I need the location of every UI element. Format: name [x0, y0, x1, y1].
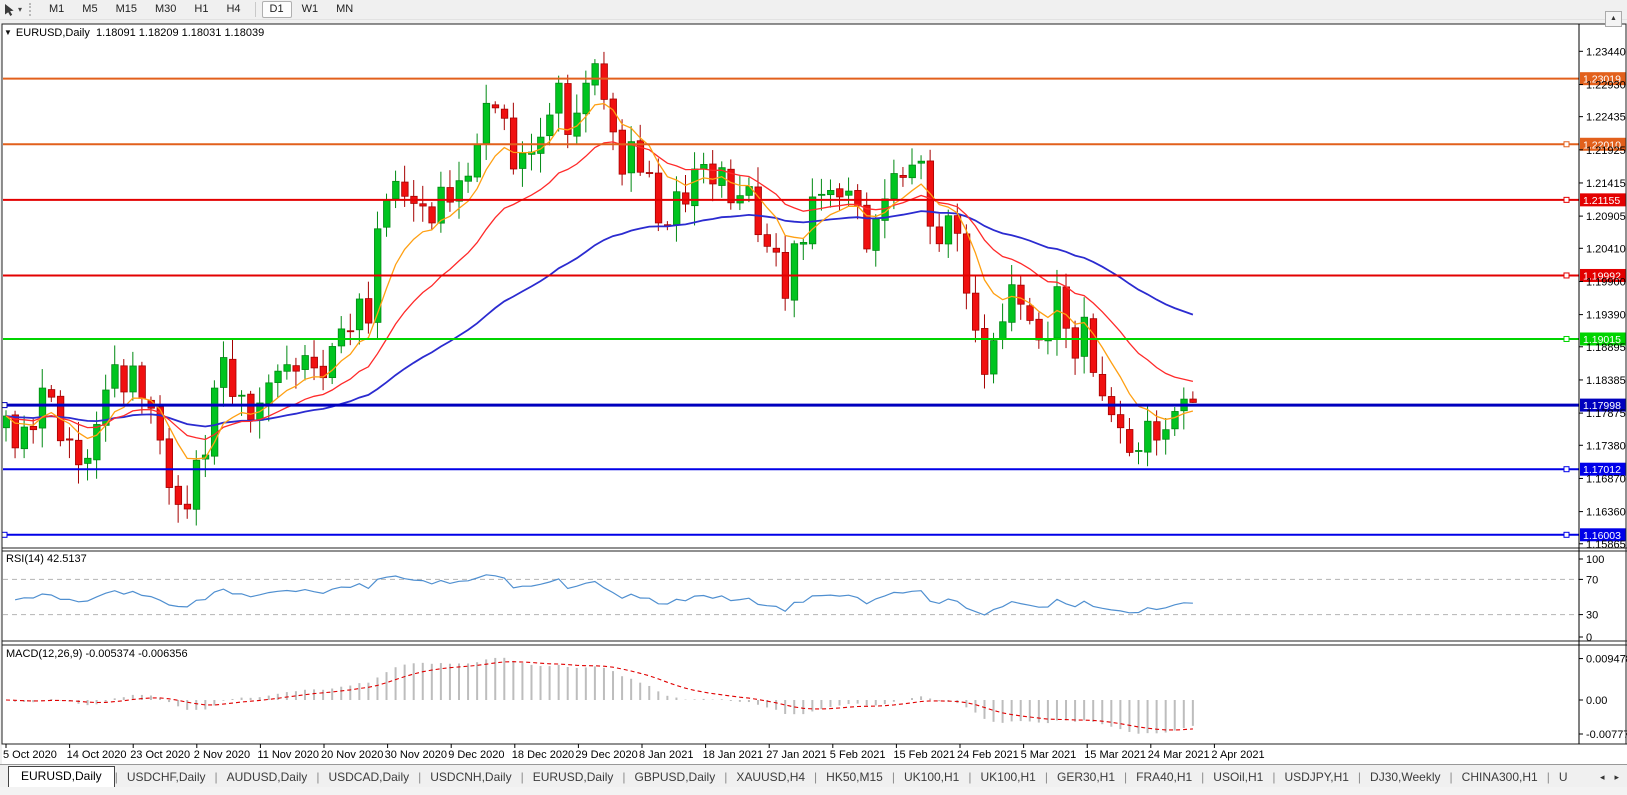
- chart-background[interactable]: [2, 24, 1627, 764]
- svg-text:18 Jan 2021: 18 Jan 2021: [703, 749, 764, 761]
- svg-text:29 Dec 2020: 29 Dec 2020: [575, 749, 637, 761]
- svg-text:2 Nov 2020: 2 Nov 2020: [194, 749, 250, 761]
- tab-eurusd-daily[interactable]: EURUSD,Daily: [524, 768, 623, 787]
- toolbar-separator: [255, 2, 256, 17]
- timeframe-button-mn[interactable]: MN: [328, 1, 361, 18]
- tab-usdcad-daily[interactable]: USDCAD,Daily: [319, 768, 418, 787]
- timeframe-button-h4[interactable]: H4: [218, 1, 248, 18]
- tab-uk100-h1[interactable]: UK100,H1: [971, 768, 1044, 787]
- svg-text:1.20410: 1.20410: [1586, 243, 1626, 255]
- svg-text:1.19390: 1.19390: [1586, 310, 1626, 322]
- svg-text:1.17380: 1.17380: [1586, 440, 1626, 452]
- rsi-label: RSI(14) 42.5137: [6, 553, 87, 565]
- svg-text:24 Feb 2021: 24 Feb 2021: [957, 749, 1019, 761]
- chevron-down-icon: ▾: [18, 5, 22, 14]
- timeframe-button-d1[interactable]: D1: [262, 1, 292, 18]
- svg-text:70: 70: [1586, 574, 1598, 586]
- timeframe-button-h1[interactable]: H1: [186, 1, 216, 18]
- svg-text:14 Oct 2020: 14 Oct 2020: [67, 749, 127, 761]
- timeframe-button-w1[interactable]: W1: [294, 1, 327, 18]
- tab-dj30-weekly[interactable]: DJ30,Weekly: [1361, 768, 1449, 787]
- svg-text:30 Nov 2020: 30 Nov 2020: [385, 749, 447, 761]
- timeframe-button-m1[interactable]: M1: [41, 1, 72, 18]
- macd-label: MACD(12,26,9) -0.005374 -0.006356: [6, 648, 188, 660]
- svg-text:15 Feb 2021: 15 Feb 2021: [893, 749, 955, 761]
- chart-title: ▼ EURUSD,Daily 1.18091 1.18209 1.18031 1.…: [4, 27, 264, 39]
- svg-text:0.009478: 0.009478: [1586, 654, 1627, 666]
- svg-text:1.17875: 1.17875: [1586, 408, 1626, 420]
- tab-china300-h1[interactable]: CHINA300,H1: [1453, 768, 1547, 787]
- svg-text:1.22435: 1.22435: [1586, 112, 1626, 124]
- symbol-tabbar: EURUSD,Daily|USDCHF,Daily|AUDUSD,Daily|U…: [0, 764, 1627, 787]
- svg-text:27 Jan 2021: 27 Jan 2021: [766, 749, 827, 761]
- svg-text:18 Dec 2020: 18 Dec 2020: [512, 749, 574, 761]
- svg-text:15 Mar 2021: 15 Mar 2021: [1084, 749, 1146, 761]
- svg-text:30: 30: [1586, 610, 1598, 622]
- toolbar-grip[interactable]: [29, 3, 34, 16]
- tab-xauusd-h4[interactable]: XAUUSD,H4: [727, 768, 814, 787]
- svg-text:1.18895: 1.18895: [1586, 342, 1626, 354]
- toolbar: ▾ M1M5M15M30H1H4 D1W1MN: [0, 0, 1627, 20]
- chart-menu-arrow-icon[interactable]: ▼: [4, 28, 12, 37]
- timeframe-button-m30[interactable]: M30: [147, 1, 184, 18]
- svg-text:1.18385: 1.18385: [1586, 375, 1626, 387]
- tab-usdchf-daily[interactable]: USDCHF,Daily: [118, 768, 215, 787]
- chart-canvas[interactable]: 1.230191.220101.211551.199921.190151.179…: [0, 0, 1627, 764]
- svg-text:23 Oct 2020: 23 Oct 2020: [130, 749, 190, 761]
- tab-scroll-left-icon[interactable]: ◂: [1600, 772, 1605, 783]
- cursor-icon: [3, 3, 16, 17]
- timeframe-buttons: M1M5M15M30H1H4 D1W1MN: [40, 1, 362, 18]
- tab-scroll-arrows: ◂▸: [1596, 772, 1627, 787]
- tab-hk50-m15[interactable]: HK50,M15: [817, 768, 892, 787]
- svg-text:9 Dec 2020: 9 Dec 2020: [448, 749, 504, 761]
- svg-text:24 Mar 2021: 24 Mar 2021: [1148, 749, 1210, 761]
- svg-text:5 Oct 2020: 5 Oct 2020: [3, 749, 57, 761]
- tab-scroll-right-icon[interactable]: ▸: [1614, 772, 1619, 783]
- svg-text:1.21155: 1.21155: [1583, 195, 1620, 207]
- tab-u[interactable]: U: [1550, 768, 1577, 787]
- svg-text:1.16870: 1.16870: [1586, 473, 1626, 485]
- svg-text:0: 0: [1586, 632, 1592, 644]
- tab-ger30-h1[interactable]: GER30,H1: [1048, 768, 1124, 787]
- svg-text:1.20905: 1.20905: [1586, 211, 1626, 223]
- tab-fra40-h1[interactable]: FRA40,H1: [1127, 768, 1201, 787]
- tab-gbpusd-daily[interactable]: GBPUSD,Daily: [626, 768, 725, 787]
- svg-text:-0.007778: -0.007778: [1586, 729, 1627, 741]
- svg-text:1.16360: 1.16360: [1586, 507, 1626, 519]
- timeframe-button-m15[interactable]: M15: [108, 1, 145, 18]
- tab-usoil-h1[interactable]: USOil,H1: [1204, 768, 1272, 787]
- svg-text:100: 100: [1586, 554, 1604, 566]
- svg-text:20 Nov 2020: 20 Nov 2020: [321, 749, 383, 761]
- svg-text:2 Apr 2021: 2 Apr 2021: [1211, 749, 1264, 761]
- svg-text:1.19900: 1.19900: [1586, 276, 1626, 288]
- svg-text:5 Feb 2021: 5 Feb 2021: [830, 749, 886, 761]
- svg-text:1.21415: 1.21415: [1586, 178, 1626, 190]
- timeframe-button-m5[interactable]: M5: [74, 1, 105, 18]
- scroll-up-button[interactable]: ▲: [1605, 11, 1622, 27]
- chart-title-text: EURUSD,Daily 1.18091 1.18209 1.18031 1.1…: [16, 27, 264, 39]
- tab-uk100-h1[interactable]: UK100,H1: [895, 768, 968, 787]
- svg-text:11 Nov 2020: 11 Nov 2020: [257, 749, 319, 761]
- svg-text:1.23440: 1.23440: [1586, 46, 1626, 58]
- tab-usdcnh-daily[interactable]: USDCNH,Daily: [421, 768, 520, 787]
- svg-text:5 Mar 2021: 5 Mar 2021: [1021, 749, 1077, 761]
- svg-text:0.00: 0.00: [1586, 695, 1607, 707]
- tab-usdjpy-h1[interactable]: USDJPY,H1: [1275, 768, 1357, 787]
- cursor-tool-button[interactable]: ▾: [0, 1, 25, 18]
- svg-text:1.22930: 1.22930: [1586, 79, 1626, 91]
- tab-eurusd-daily[interactable]: EURUSD,Daily: [8, 766, 115, 787]
- svg-text:8 Jan 2021: 8 Jan 2021: [639, 749, 693, 761]
- svg-text:1.21925: 1.21925: [1586, 145, 1626, 157]
- tab-audusd-daily[interactable]: AUDUSD,Daily: [218, 768, 317, 787]
- svg-text:1.15865: 1.15865: [1586, 539, 1626, 551]
